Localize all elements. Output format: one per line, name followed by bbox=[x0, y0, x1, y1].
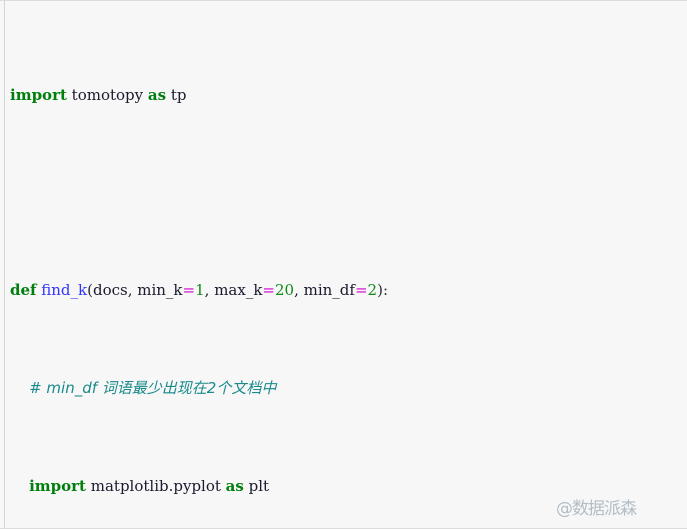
operator-equals: = bbox=[354, 281, 368, 300]
keyword-import: import bbox=[29, 476, 86, 495]
code-screenshot: import tomotopy as tp def find_k(docs, m… bbox=[0, 0, 687, 529]
number-20: 20 bbox=[275, 281, 295, 300]
python-code-block[interactable]: import tomotopy as tp def find_k(docs, m… bbox=[10, 10, 687, 528]
params-docs-mink: docs, min_k bbox=[92, 281, 183, 300]
param-maxk: , max_k bbox=[204, 281, 263, 300]
code-line-1: import tomotopy as tp bbox=[10, 83, 687, 107]
number-1: 1 bbox=[195, 281, 205, 300]
code-line-2-blank bbox=[10, 181, 687, 205]
editor-gutter-line bbox=[4, 1, 5, 528]
module-matplotlib-pyplot: matplotlib.pyplot bbox=[85, 476, 226, 495]
operator-equals: = bbox=[262, 281, 275, 300]
keyword-as: as bbox=[225, 476, 244, 495]
paren-close-colon: ): bbox=[377, 281, 388, 300]
comment-mindf-chinese: # min_df 词语最少出现在2个文档中 bbox=[29, 379, 277, 398]
keyword-import: import bbox=[10, 86, 67, 105]
alias-tp: tp bbox=[166, 86, 187, 105]
keyword-def: def bbox=[10, 281, 37, 300]
function-name-find-k: find_k bbox=[41, 281, 88, 300]
operator-equals: = bbox=[182, 281, 196, 300]
code-line-4: # min_df 词语最少出现在2个文档中 bbox=[10, 376, 687, 400]
alias-plt: plt bbox=[243, 476, 270, 495]
code-line-3: def find_k(docs, min_k=1, max_k=20, min_… bbox=[10, 278, 687, 302]
code-line-5: import matplotlib.pyplot as plt bbox=[10, 474, 687, 498]
number-2: 2 bbox=[367, 281, 378, 300]
param-mindf: , min_df bbox=[294, 281, 355, 300]
module-tomotopy: tomotopy bbox=[66, 86, 148, 105]
keyword-as: as bbox=[147, 86, 167, 105]
